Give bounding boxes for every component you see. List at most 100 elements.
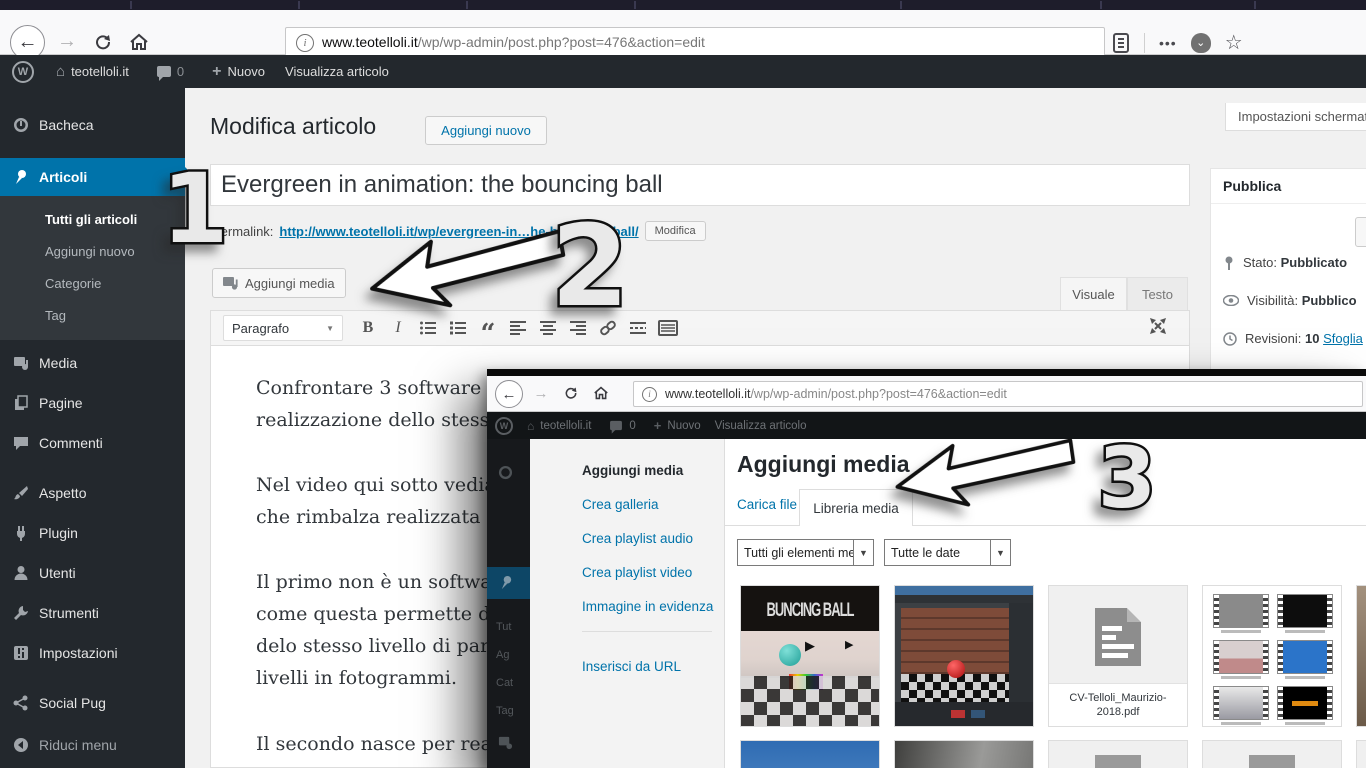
comments-menu[interactable]: 0 <box>157 64 184 79</box>
media-tile-3d-software-screenshot[interactable] <box>894 585 1034 727</box>
media-tile-pdf-document[interactable]: CV-Telloli_Maurizio- 2018.pdf <box>1048 585 1188 727</box>
doc-line <box>1102 635 1116 640</box>
permalink-link[interactable]: http://www.teotelloli.it/wp/evergreen-in… <box>279 224 638 239</box>
media-tile-document[interactable] <box>1202 740 1342 768</box>
media-type-filter-select[interactable]: Tutti gli elementi me ▼ <box>737 539 874 566</box>
video-frame-thumb <box>1277 594 1333 628</box>
home-icon: ⌂ <box>56 63 65 80</box>
media-tile-bouncing-ball-art[interactable]: BUNCING BALL ▶ ▶ <box>740 585 880 727</box>
submenu-item-categorie[interactable]: Categorie <box>45 276 101 291</box>
home-icon: ⌂ <box>527 419 534 433</box>
editor-text-line: Nel video qui sotto vedia <box>256 474 496 496</box>
site-info-icon[interactable]: i <box>642 387 657 402</box>
media-tile-partial[interactable] <box>1356 585 1366 727</box>
tab-libreria-media[interactable]: Libreria media <box>799 489 913 526</box>
app-menubar <box>895 586 1033 595</box>
share-icon <box>13 695 29 711</box>
overlay-tab-strip <box>487 369 1366 376</box>
browse-revisions-link[interactable]: Sfoglia <box>1323 331 1363 346</box>
edit-permalink-button[interactable]: Modifica <box>645 221 706 241</box>
sidebar-item-articoli[interactable]: Articoli <box>0 158 185 196</box>
menu-item-aggiungi-media[interactable]: Aggiungi media <box>582 463 683 478</box>
sidebar-label: Aspetto <box>39 485 86 501</box>
media-tile-document[interactable] <box>1048 740 1188 768</box>
tab-carica-file[interactable]: Carica file <box>737 497 797 512</box>
reader-mode-icon[interactable] <box>1112 33 1130 53</box>
menu-item-inserisci-da-url[interactable]: Inserisci da URL <box>582 659 681 674</box>
preview-button-fragment[interactable] <box>1355 217 1366 247</box>
media-tile-video-contact-sheet[interactable] <box>1202 585 1342 727</box>
bullet-list-button[interactable] <box>415 316 441 340</box>
bookmark-star-icon[interactable]: ☆ <box>1225 30 1243 55</box>
thumb-caption <box>1285 676 1325 679</box>
editor-text-line: delo stesso livello di part <box>256 635 497 657</box>
forward-button[interactable]: → <box>52 25 82 58</box>
view-post-label: Visualizza articolo <box>715 420 807 432</box>
add-media-button[interactable]: Aggiungi media <box>212 268 346 298</box>
page-actions-icon[interactable]: ••• <box>1159 35 1177 51</box>
align-right-button[interactable] <box>565 316 591 340</box>
new-content-menu[interactable]: +Nuovo <box>212 63 265 81</box>
url-bar[interactable]: i www.teotelloli.it/wp/wp-admin/post.php… <box>285 27 1105 58</box>
media-modal-menu: Aggiungi media Crea galleria Crea playli… <box>530 439 725 768</box>
reload-button[interactable] <box>88 25 118 58</box>
paragraph-style-select[interactable]: Paragrafo ▼ <box>223 315 343 341</box>
reload-button[interactable] <box>559 380 583 406</box>
wp-logo-menu[interactable]: W <box>12 61 34 83</box>
sidebar-item-media[interactable]: Media <box>0 346 185 380</box>
bold-button[interactable]: B <box>355 316 381 340</box>
pocket-icon[interactable]: ⌄ <box>1191 33 1211 53</box>
submenu-item-tag[interactable]: Tag <box>45 308 66 323</box>
site-name: teotelloli.it <box>540 420 591 432</box>
app-toolbar <box>895 595 1033 603</box>
back-button[interactable]: ← <box>495 380 523 408</box>
insert-link-button[interactable] <box>595 316 621 340</box>
align-left-button[interactable] <box>505 316 531 340</box>
sidebar-item-bacheca[interactable]: Bacheca <box>0 108 185 142</box>
blockquote-button[interactable]: “ <box>475 322 501 346</box>
menu-item-immagine-in-evidenza[interactable]: Immagine in evidenza <box>582 599 713 614</box>
italic-button[interactable]: I <box>385 316 411 340</box>
sidebar-item-plugin[interactable]: Plugin <box>0 516 185 550</box>
numbered-list-button[interactable] <box>445 316 471 340</box>
media-tile-sky-photo[interactable] <box>740 740 880 768</box>
menu-item-crea-playlist-video[interactable]: Crea playlist video <box>582 565 692 580</box>
post-title-input[interactable]: Evergreen in animation: the bouncing bal… <box>210 164 1190 206</box>
fullscreen-button[interactable] <box>1148 316 1168 341</box>
sidebar-item-commenti[interactable]: Commenti <box>0 426 185 460</box>
forward-button[interactable]: → <box>529 380 553 406</box>
read-more-button[interactable] <box>625 316 651 340</box>
menu-item-crea-galleria[interactable]: Crea galleria <box>582 497 659 512</box>
revisions-row: Revisioni: 10 Sfoglia <box>1223 331 1363 346</box>
menu-item-crea-playlist-audio[interactable]: Crea playlist audio <box>582 531 693 546</box>
submenu-item-tutti-gli-articoli[interactable]: Tutti gli articoli <box>45 212 137 227</box>
screenshot-root: ← → i www.teotelloli.it/wp/wp-admin/post… <box>0 0 1366 768</box>
sidebar-item-strumenti[interactable]: Strumenti <box>0 596 185 630</box>
numbered-list-icon <box>449 320 467 336</box>
site-info-icon[interactable]: i <box>296 34 314 52</box>
sidebar-item-pagine[interactable]: Pagine <box>0 386 185 420</box>
sidebar-item-impostazioni[interactable]: Impostazioni <box>0 636 185 670</box>
home-button[interactable] <box>589 380 613 406</box>
media-tile-partial[interactable] <box>1356 740 1366 768</box>
plus-icon: + <box>212 63 221 81</box>
submenu-item-aggiungi-nuovo[interactable]: Aggiungi nuovo <box>45 244 135 259</box>
date-filter-select[interactable]: Tutte le date ▼ <box>884 539 1011 566</box>
tab-testo[interactable]: Testo <box>1127 277 1188 310</box>
url-bar[interactable]: i www.teotelloli.it/wp/wp-admin/post.php… <box>633 381 1363 407</box>
add-media-icon <box>223 276 239 290</box>
sidebar-item-social-pug[interactable]: Social Pug <box>0 686 185 720</box>
sidebar-item-riduci-menu[interactable]: Riduci menu <box>0 728 185 762</box>
red-ball <box>947 660 965 678</box>
view-post-link[interactable]: Visualizza articolo <box>285 64 389 79</box>
add-new-button[interactable]: Aggiungi nuovo <box>425 116 547 145</box>
sidebar-item-utenti[interactable]: Utenti <box>0 556 185 590</box>
tab-visuale[interactable]: Visuale <box>1060 277 1127 310</box>
sidebar-item-aspetto[interactable]: Aspetto <box>0 476 185 510</box>
screen-options-tab[interactable]: Impostazioni schermata <box>1225 103 1366 131</box>
toolbar-toggle-button[interactable] <box>655 316 681 340</box>
site-name-menu[interactable]: ⌂teotelloli.it <box>56 63 129 80</box>
home-button[interactable] <box>124 25 154 58</box>
media-tile-blurred-photo[interactable] <box>894 740 1034 768</box>
align-center-button[interactable] <box>535 316 561 340</box>
